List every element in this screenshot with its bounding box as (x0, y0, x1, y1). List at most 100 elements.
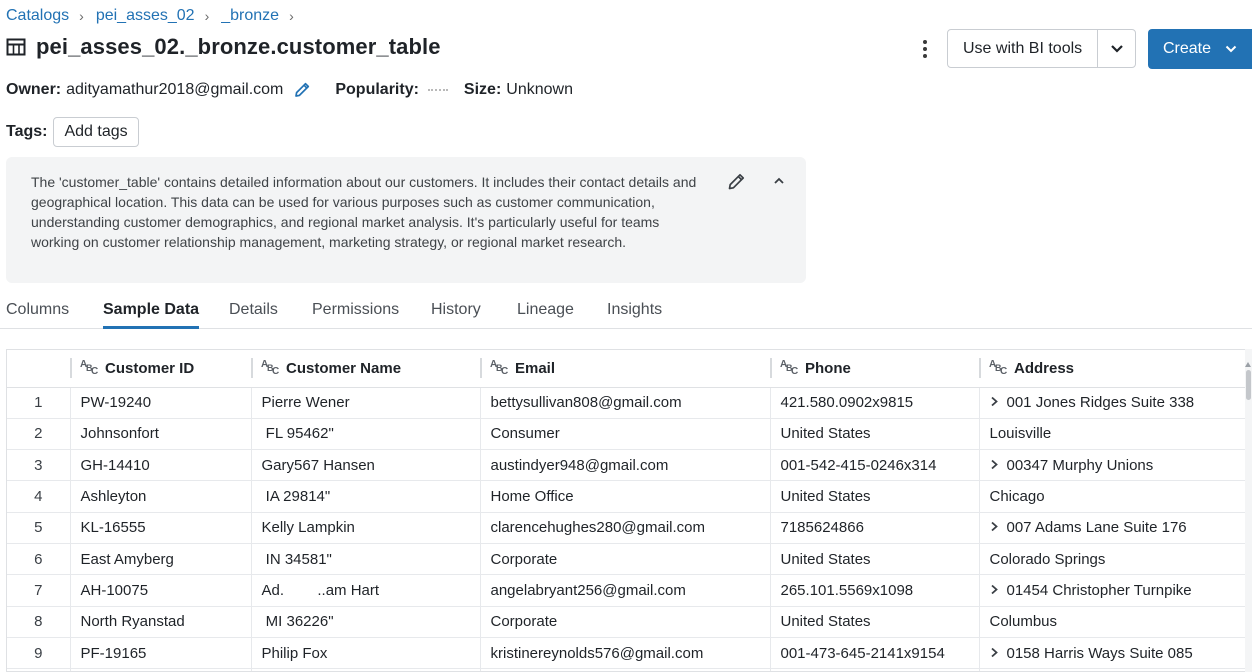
table-cell[interactable]: 001 Jones Ridges Suite 338 (978, 387, 1245, 419)
breadcrumb-schema[interactable]: _bronze (221, 7, 279, 25)
table-cell[interactable]: Ashleyton (69, 480, 251, 513)
table-cell[interactable]: Philip Fox (250, 637, 480, 670)
breadcrumb-catalog[interactable]: pei_asses_02 (96, 7, 195, 25)
table-cell[interactable]: United States (769, 480, 979, 513)
bi-tools-split-button: Use with BI tools (947, 29, 1137, 68)
table-row[interactable]: 4 Ashleyton IA 29814" Home Office United St… (7, 480, 1245, 513)
table-cell[interactable]: Corporate (479, 606, 770, 638)
add-tags-button[interactable]: Add tags (53, 117, 139, 147)
scrollbar-thumb[interactable] (1246, 370, 1251, 400)
column-header[interactable]: A B C Address (979, 350, 1245, 388)
cell-value: Johnsonfort (80, 425, 159, 443)
tab-insights[interactable]: Insights (607, 301, 662, 329)
more-options-icon[interactable] (913, 36, 937, 62)
table-cell[interactable]: GH-14410 (69, 449, 251, 482)
table-cell[interactable]: United States (769, 543, 979, 576)
row-number: 1 (7, 387, 70, 419)
table-row[interactable]: 3 GH-14410 Gary567 Hansen austindyer948@gma… (7, 449, 1245, 482)
table-cell[interactable]: 007 Adams Lane Suite 176 (978, 512, 1245, 544)
table-cell[interactable]: United States (769, 418, 979, 451)
table-row[interactable]: 8 North Ryanstad MI 36226" Corporate United… (7, 606, 1245, 638)
cell-value: United States (780, 425, 871, 443)
table-cell[interactable]: IN 34581" (250, 543, 480, 576)
table-cell[interactable]: KL-16555 (69, 512, 251, 544)
tab-details[interactable]: Details (229, 301, 278, 329)
column-header[interactable]: A B C Customer Name (251, 350, 480, 388)
table-cell[interactable]: angelabryant256@gmail.com (479, 574, 770, 607)
table-cell[interactable]: AH-10075 (69, 574, 251, 607)
cell-value: Louisville (989, 425, 1052, 443)
chevron-up-icon[interactable] (772, 174, 786, 193)
tab-lineage[interactable]: Lineage (517, 301, 574, 329)
cell-value: United States (780, 550, 871, 568)
expand-chevron-icon[interactable] (990, 519, 999, 535)
edit-description-icon[interactable] (726, 172, 746, 197)
table-cell[interactable]: Colorado Springs (978, 543, 1245, 576)
chevron-down-icon[interactable] (1097, 30, 1135, 67)
description-panel: The 'customer_table' contains detailed i… (6, 157, 806, 283)
table-cell[interactable]: 265.101.5569x1098 (769, 574, 979, 607)
table-cell[interactable]: Johnsonfort (69, 418, 251, 451)
table-cell[interactable]: North Ryanstad (69, 606, 251, 638)
table-cell[interactable]: austindyer948@gmail.com (479, 449, 770, 482)
column-header[interactable]: A B C Phone (770, 350, 979, 388)
table-cell[interactable]: IA 29814" (250, 480, 480, 513)
size-value: Unknown (506, 81, 573, 98)
use-with-bi-tools-button[interactable]: Use with BI tools (948, 30, 1097, 67)
expand-chevron-icon[interactable] (990, 394, 999, 410)
table-cell[interactable]: Columbus (978, 606, 1245, 638)
table-cell[interactable]: 7185624866 (769, 512, 979, 544)
table-cell[interactable]: Consumer (479, 418, 770, 451)
sample-data-grid: A B C Customer ID A B C Customer Name A B C Email… (6, 349, 1252, 672)
table-cell[interactable]: Chicago (978, 480, 1245, 513)
tab-history[interactable]: History (431, 301, 481, 329)
table-cell[interactable]: PW-19240 (69, 387, 251, 419)
table-cell[interactable]: clarencehughes280@gmail.com (479, 512, 770, 544)
table-cell[interactable]: bettysullivan808@gmail.com (479, 387, 770, 419)
table-cell[interactable]: 01454 Christopher Turnpike (978, 574, 1245, 607)
table-cell[interactable]: United States (769, 606, 979, 638)
table-cell[interactable]: kristinereynolds576@gmail.com (479, 637, 770, 670)
table-cell[interactable]: East Amyberg (69, 543, 251, 576)
table-cell[interactable]: Home Office (479, 480, 770, 513)
table-cell[interactable]: Gary567 Hansen (250, 449, 480, 482)
table-row[interactable]: 5 KL-16555 Kelly Lampkin clarencehughes280@… (7, 512, 1245, 544)
chevron-right-icon: › (79, 8, 84, 24)
row-number: 8 (7, 606, 70, 638)
tab-permissions[interactable]: Permissions (312, 301, 399, 329)
table-cell[interactable]: 001-542-415-0246x314 (769, 449, 979, 482)
table-row[interactable]: 6 East Amyberg IN 34581" Corporate United S… (7, 543, 1245, 576)
table-row[interactable]: 7 AH-10075 Ad. ..am Hart angelabryant256@gm… (7, 574, 1245, 607)
cell-value: Consumer (490, 425, 560, 443)
cell-value: Corporate (490, 550, 558, 568)
table-cell[interactable]: 421.580.0902x9815 (769, 387, 979, 419)
table-cell[interactable]: Pierre Wener (250, 387, 480, 419)
table-row[interactable]: 1 PW-19240 Pierre Wener bettysullivan808@gm… (7, 387, 1245, 419)
table-cell[interactable]: PF-19165 (69, 637, 251, 670)
create-button[interactable]: Create (1148, 29, 1252, 69)
table-cell[interactable]: 00347 Murphy Unions (978, 449, 1245, 482)
table-cell[interactable]: FL 95462" (250, 418, 480, 451)
expand-chevron-icon[interactable] (990, 582, 999, 598)
edit-owner-icon[interactable] (293, 81, 311, 99)
cell-value: clarencehughes280@gmail.com (490, 519, 706, 537)
tab-sample-data[interactable]: Sample Data (103, 301, 200, 329)
table-row[interactable]: 9 PF-19165 Philip Fox kristinereynolds576@g… (7, 637, 1245, 670)
table-row[interactable]: 2 Johnsonfort FL 95462" Consumer United Sta… (7, 418, 1245, 451)
row-number: 9 (7, 637, 70, 670)
expand-chevron-icon[interactable] (990, 457, 999, 473)
breadcrumb-catalogs[interactable]: Catalogs (6, 7, 69, 25)
tab-columns[interactable]: Columns (6, 301, 69, 329)
expand-chevron-icon[interactable] (990, 645, 999, 661)
table-cell[interactable]: Louisville (978, 418, 1245, 451)
table-cell[interactable]: MI 36226" (250, 606, 480, 638)
column-header[interactable]: A B C Customer ID (70, 350, 251, 388)
scroll-up-icon[interactable] (1244, 357, 1252, 367)
column-header[interactable]: A B C Email (480, 350, 770, 388)
table-cell[interactable]: Kelly Lampkin (250, 512, 480, 544)
table-cell[interactable]: Corporate (479, 543, 770, 576)
table-cell[interactable]: 0158 Harris Ways Suite 085 (978, 637, 1245, 670)
table-cell[interactable]: Ad. ..am Hart (250, 574, 480, 607)
table-cell[interactable]: 001-473-645-2141x9154 (769, 637, 979, 670)
cell-value: East Amyberg (80, 550, 174, 568)
